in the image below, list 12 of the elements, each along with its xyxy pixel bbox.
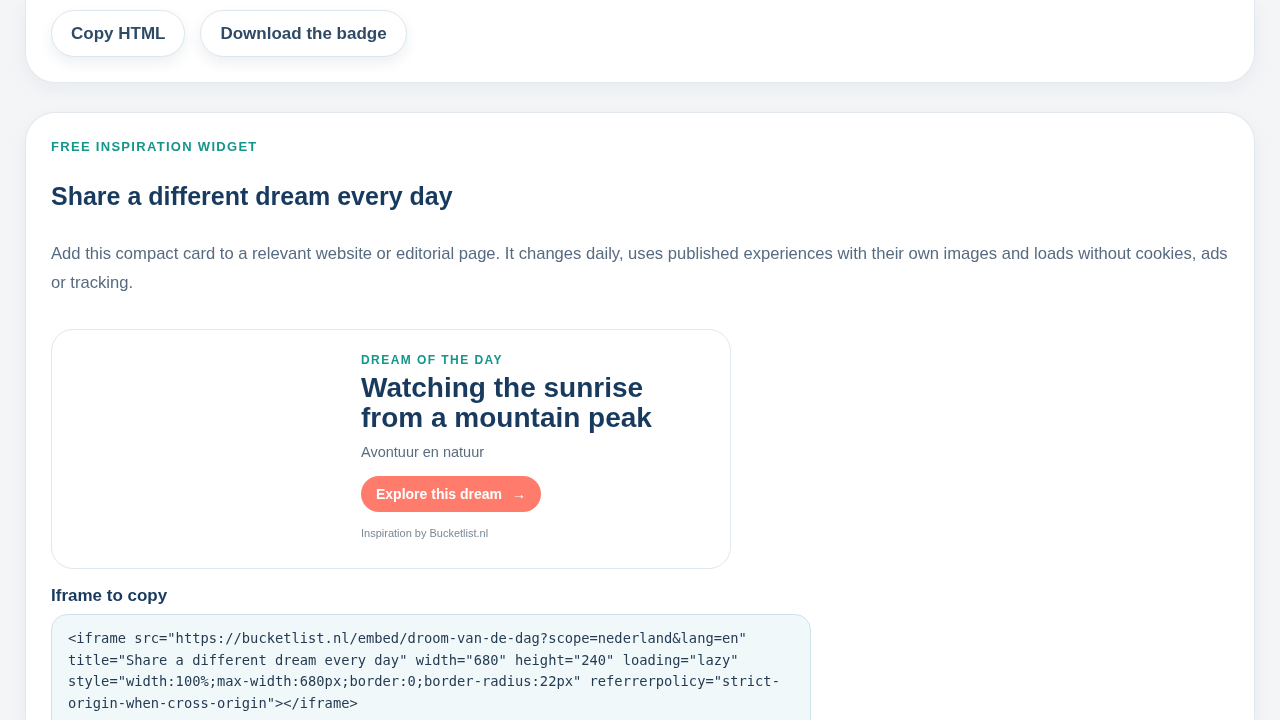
section-title: Share a different dream every day [51,181,453,212]
code-label: Iframe to copy [51,585,168,607]
preview-credit: Inspiration by Bucketlist.nl [361,526,489,540]
arrow-icon: → [512,483,527,505]
preview-eyebrow: DREAM OF THE DAY [361,353,503,368]
code-text: <iframe src="https://bucketlist.nl/embed/droom-van-de-dag?scope=nederland&lang=en" title="Share a different dream every day" width="680" height="240" loading="lazy" style="width:100%;max-width:680px;border:0;border-radius:22px" referrerpolicy="strict-origin-when-cross-origin"></iframe> [68,629,781,714]
action-button[interactable]: Download the badge [200,10,407,57]
preview-category: Avontuur en natuur [361,443,485,461]
section-eyebrow: FREE INSPIRATION WIDGET [51,139,258,155]
section-description: Add this compact card to a relevant website or editorial page. It changes daily, uses published experiences with their own images and loads without cookies, ads or tracking. [51,243,1229,294]
action-button[interactable]: Copy HTML [51,10,186,57]
preview-title: Watching the sunrise from a mountain peak [361,373,653,433]
